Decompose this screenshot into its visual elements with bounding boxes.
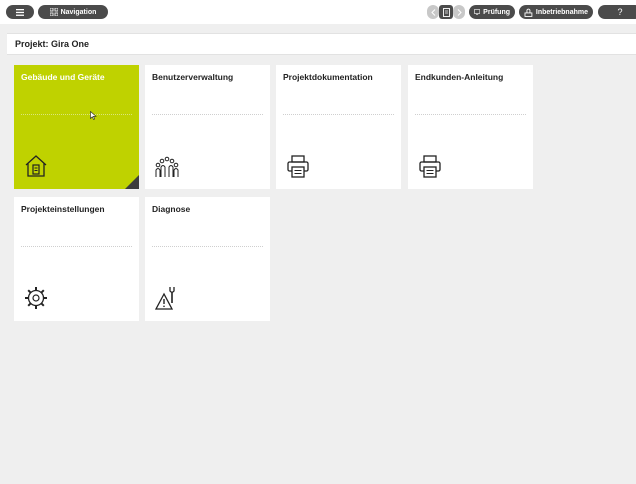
- corner-marker: [125, 175, 139, 189]
- tile-label: Projekteinstellungen: [21, 204, 105, 214]
- tile-label: Benutzerverwaltung: [152, 72, 234, 82]
- project-header: Projekt: Gira One: [7, 33, 636, 55]
- arrow-right-icon: [457, 8, 462, 16]
- tile-label: Diagnose: [152, 204, 191, 214]
- commissioning-icon: [524, 8, 533, 17]
- inbetriebnahme-label: Inbetriebnahme: [535, 8, 588, 16]
- tile-label: Endkunden-Anleitung: [415, 72, 504, 82]
- grid-icon: [49, 8, 58, 16]
- arrow-left-icon: [430, 8, 435, 16]
- monitor-icon: [474, 9, 481, 15]
- printer-icon: [287, 155, 309, 178]
- tile-projektdokumentation[interactable]: Projektdokumentation: [276, 65, 401, 189]
- gear-icon: [25, 287, 47, 309]
- forward-button[interactable]: [453, 5, 465, 19]
- toolbar: Navigation Prüfung Inbetriebnahme ?: [0, 0, 636, 24]
- divider: [152, 246, 263, 247]
- cursor-icon: [90, 111, 97, 120]
- inbetriebnahme-button[interactable]: Inbetriebnahme: [519, 5, 593, 19]
- document-icon: [442, 7, 450, 17]
- menu-icon: [16, 8, 24, 16]
- menu-button[interactable]: [6, 5, 34, 19]
- pruefung-button[interactable]: Prüfung: [469, 5, 515, 19]
- help-label: ?: [617, 7, 623, 17]
- tile-endkunden-anleitung[interactable]: Endkunden-Anleitung: [408, 65, 533, 189]
- tile-label: Projektdokumentation: [283, 72, 373, 82]
- users-icon: [155, 156, 179, 177]
- divider: [415, 114, 526, 115]
- tile-projekteinstellungen[interactable]: Projekteinstellungen: [14, 197, 139, 321]
- divider: [283, 114, 394, 115]
- document-button[interactable]: [439, 5, 453, 19]
- back-button[interactable]: [427, 5, 439, 19]
- tile-diagnose[interactable]: Diagnose: [145, 197, 270, 321]
- tile-gebaeude-und-geraete[interactable]: Gebäude und Geräte: [14, 65, 139, 189]
- divider: [152, 114, 263, 115]
- printer-icon: [419, 155, 441, 178]
- navigation-button[interactable]: Navigation: [38, 5, 108, 19]
- divider: [21, 246, 132, 247]
- navigation-label: Navigation: [60, 8, 97, 16]
- pruefung-label: Prüfung: [483, 8, 510, 16]
- house-icon: [25, 155, 47, 177]
- tile-benutzerverwaltung[interactable]: Benutzerverwaltung: [145, 65, 270, 189]
- tile-label: Gebäude und Geräte: [21, 72, 105, 82]
- page-title: Projekt: Gira One: [15, 39, 90, 49]
- diagnose-icon: [154, 287, 175, 310]
- divider: [21, 114, 132, 115]
- help-button[interactable]: ?: [598, 5, 636, 19]
